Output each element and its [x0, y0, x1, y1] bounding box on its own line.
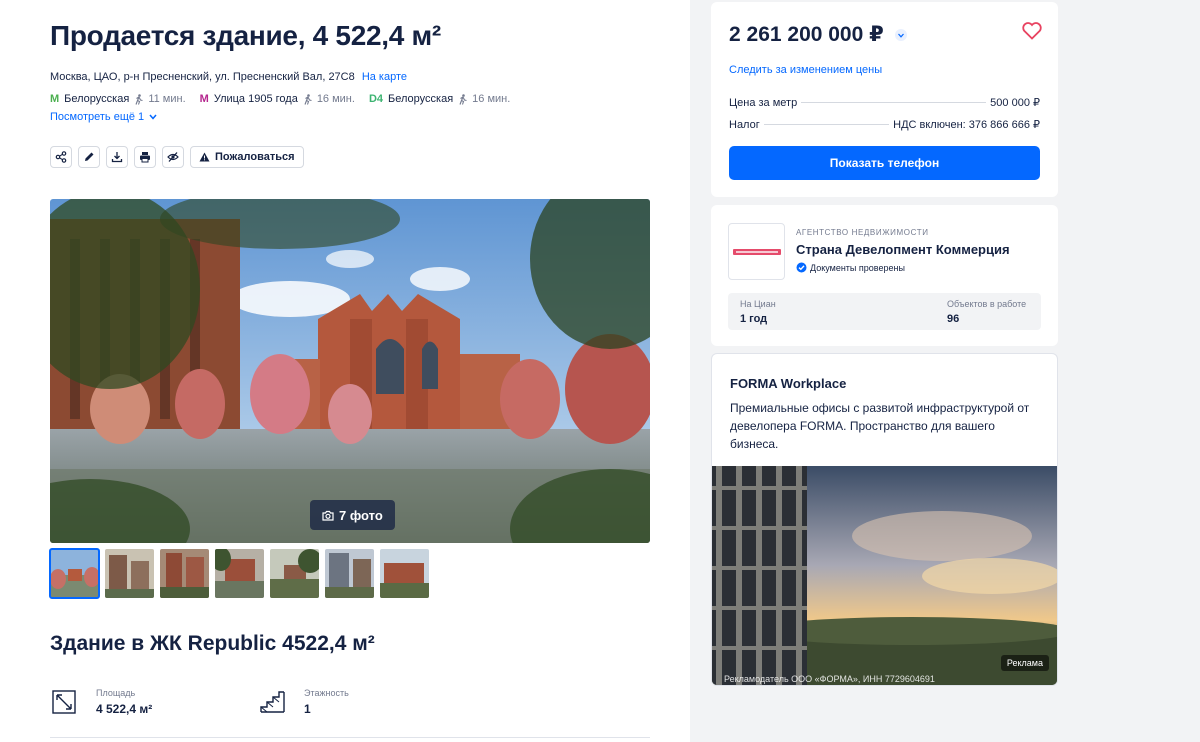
- map-link[interactable]: На карте: [362, 71, 407, 83]
- price: 2 261 200 000 ₽: [729, 23, 884, 46]
- complain-button[interactable]: Пожаловаться: [190, 146, 304, 168]
- action-toolbar: Пожаловаться: [50, 146, 304, 168]
- thumbnail[interactable]: [380, 549, 429, 598]
- download-icon: [111, 152, 123, 163]
- main-photo[interactable]: [50, 199, 650, 543]
- address: Москва, ЦАО, р-н Пресненский, ул. Пресне…: [50, 71, 407, 83]
- ad-badge: Реклама: [1000, 655, 1049, 671]
- show-more-label: Посмотреть ещё 1: [50, 111, 145, 123]
- ad-image: [712, 466, 1057, 685]
- agency-logo-icon: [732, 248, 781, 255]
- photo-image: [50, 199, 650, 543]
- address-text: Москва, ЦАО, р-н Пресненский, ул. Пресне…: [50, 71, 355, 83]
- stat-label: На Циан: [740, 299, 776, 309]
- page-title: Продается здание, 4 522,4 м²: [50, 20, 441, 51]
- metro-item: D4 Белорусская 16 мин.: [369, 93, 510, 105]
- show-more-link[interactable]: Посмотреть ещё 1: [50, 111, 157, 123]
- param-value: 1: [304, 702, 311, 716]
- metro-item: M Улица 1905 года 16 мин.: [200, 93, 355, 105]
- agent-type: АГЕНТСТВО НЕДВИЖИМОСТИ: [796, 228, 929, 237]
- thumbnail[interactable]: [215, 549, 264, 598]
- heart-icon: [1022, 22, 1042, 40]
- thumbnail-strip: [49, 548, 429, 599]
- metro-station: Белорусская: [64, 93, 130, 105]
- printer-icon: [140, 152, 150, 163]
- ad-text: Премиальные офисы с развитой инфраструкт…: [730, 401, 1030, 451]
- thumbnail[interactable]: [49, 548, 100, 599]
- stairs-icon: [260, 691, 285, 713]
- row-label: Цена за метр: [729, 97, 798, 109]
- stat-on-cian: На Циан 1 год: [740, 299, 776, 325]
- params-list: Площадь 4 522,4 м² Этажность 1: [50, 688, 466, 716]
- ad-banner[interactable]: FORMA Workplace Премиальные офисы с разв…: [711, 353, 1058, 686]
- section-title: Здание в ЖК Republic 4522,4 м²: [50, 632, 375, 655]
- download-button[interactable]: [106, 146, 128, 168]
- param-floors: Этажность 1: [258, 688, 466, 716]
- stat-value: 1 год: [740, 313, 768, 325]
- metro-logo-icon: M: [199, 93, 209, 105]
- metro-time: 16 мин.: [316, 93, 355, 105]
- warning-icon: [199, 152, 210, 162]
- metro-station: Улица 1905 года: [213, 93, 298, 105]
- param-label: Этажность: [304, 688, 349, 698]
- stat-objects: Объектов в работе 96: [947, 299, 1026, 325]
- agent-name[interactable]: Страна Девелопмент Коммерция: [796, 242, 1010, 257]
- eye-off-icon: [167, 152, 179, 162]
- tax-row: Налог НДС включен: 376 866 666 ₽: [729, 118, 1040, 131]
- price-card: 2 261 200 000 ₽ Следить за изменением це…: [711, 2, 1058, 197]
- ad-advertiser: Рекламодатель ООО «ФОРМА», ИНН 772960469…: [724, 674, 935, 684]
- price-dropdown-button[interactable]: [895, 29, 907, 41]
- thumbnail[interactable]: [325, 549, 374, 598]
- favorite-button[interactable]: [1022, 22, 1042, 45]
- photo-count: 7 фото: [339, 507, 383, 523]
- row-label: Налог: [729, 119, 760, 131]
- metro-station: Белорусская: [388, 93, 454, 105]
- thumbnail[interactable]: [160, 549, 209, 598]
- hide-button[interactable]: [162, 146, 184, 168]
- row-value: 500 000 ₽: [990, 97, 1040, 109]
- divider: [50, 737, 650, 738]
- param-label: Площадь: [96, 688, 136, 698]
- metro-time: 16 мин.: [472, 93, 511, 105]
- mcd-logo-icon: D4: [368, 93, 384, 105]
- thumbnail[interactable]: [105, 549, 154, 598]
- stat-label: Объектов в работе: [947, 299, 1027, 309]
- show-phone-button[interactable]: Показать телефон: [729, 146, 1040, 180]
- area-icon: [52, 690, 76, 714]
- ad-title: FORMA Workplace: [730, 376, 847, 391]
- agent-verified: Документы проверены: [796, 262, 905, 273]
- pencil-icon: [85, 152, 94, 161]
- stat-value: 96: [947, 313, 960, 325]
- metro-list: M Белорусская 11 мин. M Улица 1905 года …: [50, 93, 510, 105]
- verified-label: Документы проверены: [810, 262, 905, 273]
- chevron-down-icon: [149, 114, 157, 120]
- chevron-down-icon: [898, 33, 904, 38]
- agent-stats: На Циан 1 год Объектов в работе 96: [728, 293, 1041, 330]
- metro-item: M Белорусская 11 мин.: [50, 93, 186, 105]
- walk-icon: [459, 93, 467, 105]
- param-value: 4 522,4 м²: [96, 702, 153, 716]
- walk-icon: [135, 93, 143, 105]
- camera-icon: [322, 510, 334, 521]
- param-area: Площадь 4 522,4 м²: [50, 688, 258, 716]
- agent-card: АГЕНТСТВО НЕДВИЖИМОСТИ Страна Девелопмен…: [711, 205, 1058, 346]
- follow-price-link[interactable]: Следить за изменением цены: [729, 64, 882, 76]
- price-per-meter-row: Цена за метр 500 000 ₽: [729, 96, 1040, 109]
- print-button[interactable]: [134, 146, 156, 168]
- metro-time: 11 мин.: [148, 93, 186, 105]
- thumbnail[interactable]: [270, 549, 319, 598]
- photo-count-button[interactable]: 7 фото: [310, 500, 395, 530]
- complain-label: Пожаловаться: [215, 151, 295, 163]
- note-button[interactable]: [78, 146, 100, 168]
- walk-icon: [304, 93, 312, 105]
- metro-logo-icon: M: [50, 93, 60, 105]
- share-icon: [55, 151, 67, 163]
- agent-logo[interactable]: [728, 223, 785, 280]
- listing-main: Продается здание, 4 522,4 м² Москва, ЦАО…: [0, 0, 690, 742]
- share-button[interactable]: [50, 146, 72, 168]
- verified-icon: [796, 262, 807, 273]
- row-value: НДС включен: 376 866 666 ₽: [893, 119, 1040, 131]
